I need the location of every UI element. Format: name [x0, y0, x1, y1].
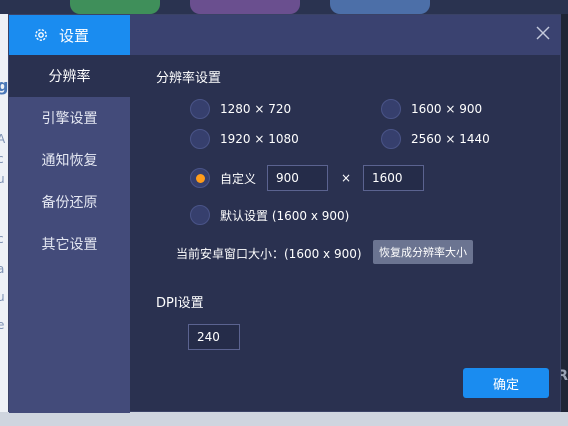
- settings-sidebar: 设置 分辨率 引擎设置 通知恢复 备份还原 其它设置: [9, 15, 130, 413]
- radio-label: 1280 × 720: [220, 102, 292, 116]
- current-window-size-label: 当前安卓窗口大小：(1600 x 900): [176, 247, 362, 261]
- close-button[interactable]: [533, 23, 553, 43]
- radio-label: 1600 × 900: [411, 102, 483, 116]
- custom-width-input[interactable]: [267, 165, 328, 191]
- background-letter: u: [0, 290, 5, 304]
- resolution-option-custom[interactable]: 自定义: [190, 168, 256, 188]
- radio-label: 2560 × 1440: [411, 132, 490, 146]
- radio-button[interactable]: [190, 205, 210, 225]
- gear-icon: [33, 27, 49, 43]
- radio-button[interactable]: [381, 129, 401, 149]
- restore-resolution-button[interactable]: 恢复成分辨率大小: [373, 240, 473, 264]
- resolution-section-title: 分辨率设置: [156, 71, 222, 86]
- radio-label: 默认设置 (1600 x 900): [220, 208, 350, 223]
- confirm-button[interactable]: 确定: [463, 368, 549, 398]
- background-left-edge: g A c u c a u e: [0, 14, 8, 412]
- resolution-option-1920[interactable]: 1920 × 1080: [190, 129, 299, 149]
- radio-label: 自定义: [220, 171, 257, 186]
- dpi-section-title: DPI设置: [156, 296, 204, 311]
- resolution-option-2560[interactable]: 2560 × 1440: [381, 129, 490, 149]
- dpi-input[interactable]: [188, 324, 240, 350]
- close-icon: [536, 26, 550, 40]
- sidebar-item-backup[interactable]: 备份还原: [9, 181, 130, 223]
- times-symbol: ×: [341, 171, 352, 185]
- settings-dialog: 设置 分辨率 引擎设置 通知恢复 备份还原 其它设置 分辨率设置 1280 × …: [8, 14, 561, 413]
- background-letter: u: [0, 172, 5, 186]
- settings-content: 分辨率设置 1280 × 720 1600 × 900 1920 × 1080 …: [130, 55, 561, 413]
- radio-button-checked[interactable]: [190, 168, 210, 188]
- radio-button[interactable]: [190, 99, 210, 119]
- sidebar-item-other[interactable]: 其它设置: [9, 223, 130, 265]
- background-letter: A: [0, 132, 6, 146]
- resolution-option-1280[interactable]: 1280 × 720: [190, 99, 291, 119]
- radio-label: 1920 × 1080: [220, 132, 299, 146]
- radio-button[interactable]: [381, 99, 401, 119]
- custom-height-input[interactable]: [363, 165, 424, 191]
- resolution-option-default[interactable]: 默认设置 (1600 x 900): [190, 205, 349, 225]
- background-letter: c: [0, 152, 4, 166]
- sidebar-item-notification[interactable]: 通知恢复: [9, 139, 130, 181]
- sidebar-title: 设置: [59, 26, 90, 45]
- background-letter: a: [0, 262, 5, 276]
- background-letter: c: [0, 232, 4, 246]
- background-letter: e: [0, 318, 5, 332]
- background-bottom-bar: [0, 412, 568, 426]
- sidebar-item-engine[interactable]: 引擎设置: [9, 97, 130, 139]
- background-top-strip: [0, 0, 568, 14]
- resolution-option-1600[interactable]: 1600 × 900: [381, 99, 482, 119]
- dialog-titlebar: [130, 15, 561, 55]
- sidebar-header: 设置: [9, 15, 130, 55]
- radio-button[interactable]: [190, 129, 210, 149]
- sidebar-item-resolution[interactable]: 分辨率: [9, 55, 130, 97]
